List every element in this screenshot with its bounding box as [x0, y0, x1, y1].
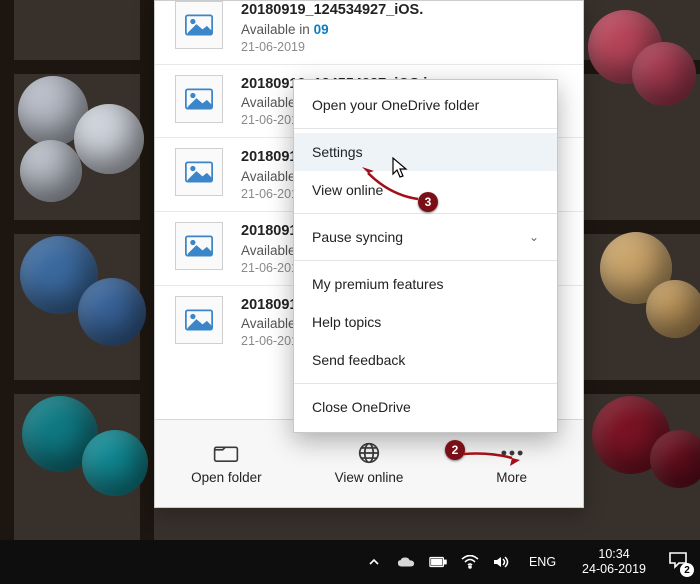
onedrive-tray-icon[interactable] — [397, 553, 415, 571]
language-indicator[interactable]: ENG — [525, 555, 560, 569]
more-button[interactable]: More — [440, 420, 583, 507]
file-name: 20180919_124534927_iOS. — [241, 1, 423, 21]
taskbar: ENG 10:34 24-06-2019 2 — [0, 540, 700, 584]
view-online-label: View online — [335, 470, 404, 485]
menu-help[interactable]: Help topics — [294, 303, 557, 341]
file-date: 21-06-2019 — [241, 39, 423, 56]
menu-premium[interactable]: My premium features — [294, 265, 557, 303]
step-badge-3: 3 — [418, 192, 438, 212]
image-icon — [175, 296, 223, 344]
step-badge-2: 2 — [445, 440, 465, 460]
menu-pause-syncing[interactable]: Pause syncing⌄ — [294, 218, 557, 256]
image-icon — [175, 75, 223, 123]
onedrive-context-menu: Open your OneDrive folder Settings View … — [293, 79, 558, 433]
tray-overflow-chevron-icon[interactable] — [365, 553, 383, 571]
menu-open-folder[interactable]: Open your OneDrive folder — [294, 86, 557, 124]
file-availability: Available in 09 — [241, 21, 423, 39]
action-center-icon[interactable]: 2 — [668, 551, 690, 573]
more-label: More — [496, 470, 527, 485]
view-online-button[interactable]: View online — [298, 420, 441, 507]
image-icon — [175, 222, 223, 270]
clock-time: 10:34 — [582, 547, 646, 562]
taskbar-clock[interactable]: 10:34 24-06-2019 — [574, 547, 654, 577]
menu-settings[interactable]: Settings — [294, 133, 557, 171]
image-icon — [175, 148, 223, 196]
file-item[interactable]: 20180919_124534927_iOS. Available in 09 … — [155, 1, 583, 64]
wifi-icon[interactable] — [461, 553, 479, 571]
menu-feedback[interactable]: Send feedback — [294, 341, 557, 379]
chevron-down-icon: ⌄ — [529, 230, 539, 244]
menu-close-onedrive[interactable]: Close OneDrive — [294, 388, 557, 426]
notification-count-badge: 2 — [680, 563, 694, 577]
open-folder-button[interactable]: Open folder — [155, 420, 298, 507]
image-icon — [175, 1, 223, 49]
clock-date: 24-06-2019 — [582, 562, 646, 577]
battery-icon[interactable] — [429, 553, 447, 571]
open-folder-label: Open folder — [191, 470, 262, 485]
volume-icon[interactable] — [493, 553, 511, 571]
